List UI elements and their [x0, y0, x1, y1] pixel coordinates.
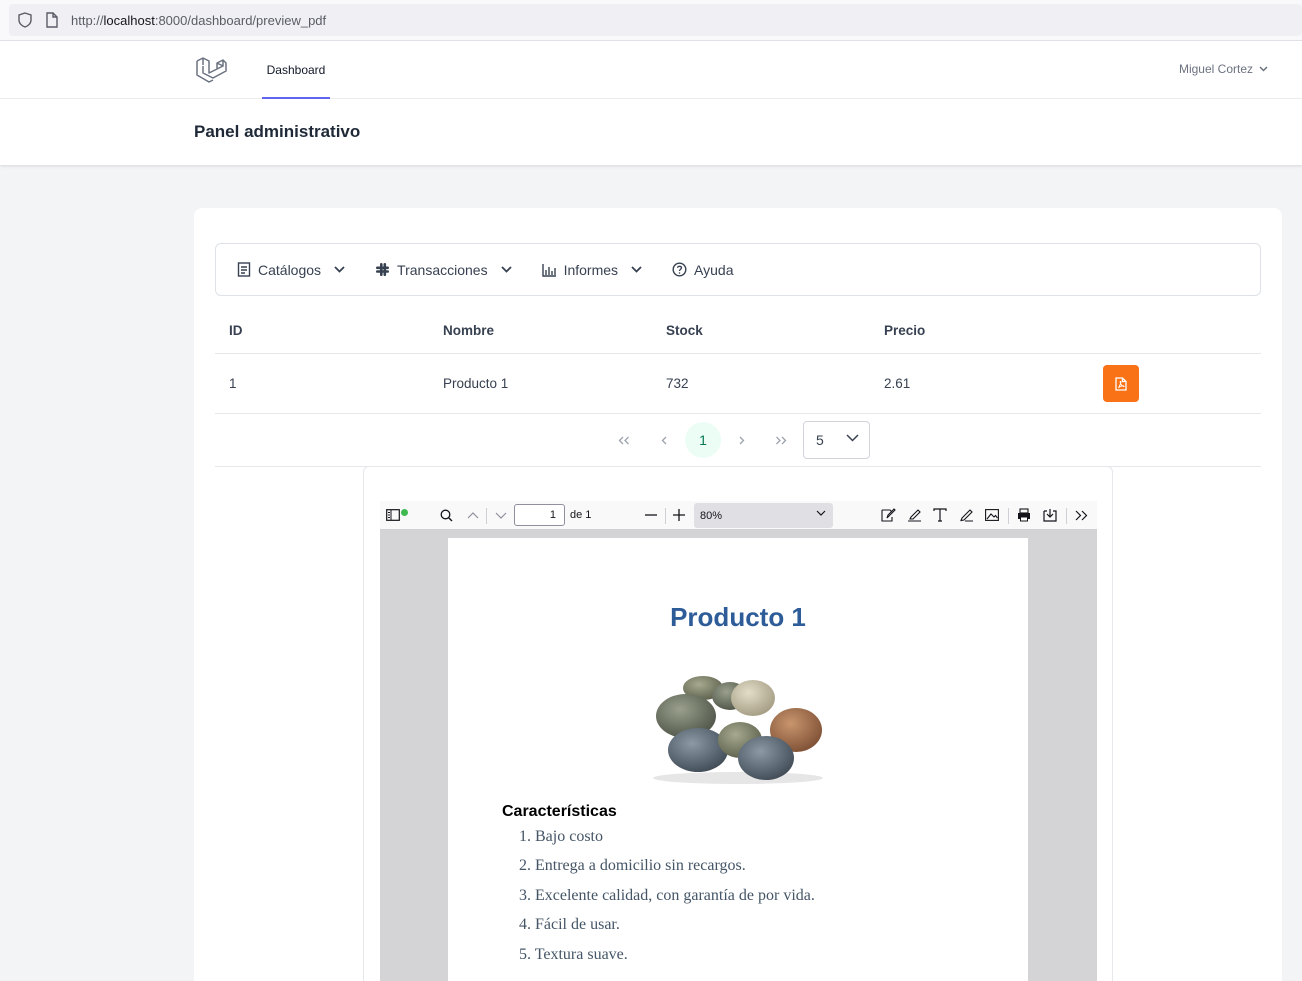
chevron-down-icon	[846, 434, 859, 442]
table-row: 1 Producto 1 732 2.61	[215, 354, 1261, 414]
chevron-right-icon	[739, 436, 745, 444]
highlight-icon[interactable]	[906, 507, 922, 523]
draw-icon[interactable]	[958, 507, 974, 523]
menubar: Catálogos Transacciones Informes Ayuda	[215, 243, 1261, 296]
print-icon[interactable]	[1016, 507, 1032, 523]
menu-label: Ayuda	[694, 261, 734, 278]
zoom-out-icon[interactable]	[643, 507, 659, 523]
zoom-value: 80%	[700, 510, 723, 522]
zoom-in-icon[interactable]	[671, 507, 687, 523]
status-dot-icon	[401, 509, 408, 516]
page-icon	[46, 12, 58, 28]
page-button-current[interactable]: 1	[685, 422, 721, 458]
image-icon[interactable]	[984, 507, 1000, 523]
pagination: 1 5	[215, 414, 1261, 467]
last-page-button[interactable]	[763, 422, 799, 458]
prev-page-button[interactable]	[646, 422, 682, 458]
pdf-page: Producto 1 Características 1. Bajo costo…	[448, 538, 1028, 981]
cell-stock: 732	[666, 376, 689, 391]
user-menu[interactable]: Miguel Cortez	[1179, 62, 1268, 76]
menu-label: Informes	[563, 261, 619, 278]
user-name: Miguel Cortez	[1178, 62, 1253, 76]
chevron-down-icon	[816, 510, 826, 516]
next-page-button[interactable]	[724, 422, 760, 458]
menu-label: Transacciones	[397, 261, 488, 278]
pdf-preview-frame: 1 de 1 80% Producto 1 Características 1.…	[363, 466, 1113, 981]
page-count-label: de 1	[570, 509, 592, 521]
document-list-icon	[237, 262, 251, 277]
zoom-select[interactable]: 80%	[694, 503, 833, 528]
toolbar-separator	[1066, 508, 1067, 524]
menu-item-catalogos[interactable]: Catálogos	[237, 262, 345, 278]
column-header-precio[interactable]: Precio	[884, 323, 925, 338]
pdf-title: Producto 1	[670, 602, 806, 632]
url-scheme: http://	[71, 13, 104, 28]
chevron-up-icon[interactable]	[465, 507, 481, 523]
save-icon[interactable]	[1042, 507, 1058, 523]
toolbar-separator	[665, 508, 666, 524]
chevron-down-icon[interactable]	[493, 507, 509, 523]
list-item: 3. Excelente calidad, con garantía de po…	[519, 886, 815, 904]
search-icon[interactable]	[438, 507, 454, 523]
pdf-viewer[interactable]: 1 de 1 80% Producto 1 Características 1.…	[380, 501, 1097, 981]
column-header-id[interactable]: ID	[229, 323, 243, 338]
list-item: 2. Entrega a domicilio sin recargos.	[519, 857, 746, 875]
page-number-input[interactable]: 1	[514, 504, 565, 526]
url-path: :8000/dashboard/preview_pdf	[154, 13, 327, 28]
slack-hash-icon	[376, 263, 390, 276]
column-header-nombre[interactable]: Nombre	[443, 323, 494, 338]
double-chevron-right-icon	[776, 436, 787, 444]
list-item: 1. Bajo costo	[519, 828, 603, 845]
bar-chart-icon	[541, 263, 556, 277]
list-item: 4. Fácil de usar.	[519, 916, 620, 934]
first-page-button[interactable]	[606, 422, 642, 458]
question-circle-icon	[672, 262, 687, 277]
browser-toolbar: http://localhost:8000/dashboard/preview_…	[0, 0, 1302, 41]
laravel-logo-icon[interactable]	[195, 55, 227, 85]
cell-nombre: Producto 1	[443, 376, 509, 391]
chevron-down-icon	[500, 266, 512, 273]
shield-icon[interactable]	[18, 12, 32, 28]
file-pdf-icon	[1115, 376, 1127, 391]
table-header: ID Nombre Stock Precio	[215, 308, 1261, 354]
features-list: 1. Bajo costo 2. Entrega a domicilio sin…	[519, 828, 815, 975]
nav-link-dashboard[interactable]: Dashboard	[262, 41, 330, 99]
menu-item-transacciones[interactable]: Transacciones	[375, 262, 512, 278]
menu-label: Catálogos	[258, 261, 322, 278]
list-item: 5. Textura suave.	[519, 945, 628, 963]
features-heading: Características	[502, 803, 617, 820]
page-title: Panel administrativo	[194, 122, 361, 141]
products-table: ID Nombre Stock Precio 1 Producto 1 732 …	[215, 308, 1261, 414]
more-tools-icon[interactable]	[1073, 507, 1089, 523]
sidebar-toggle-icon[interactable]	[385, 507, 408, 523]
double-chevron-left-icon	[618, 436, 629, 444]
main-card: Catálogos Transacciones Informes Ayuda I…	[194, 208, 1282, 981]
chevron-down-icon	[631, 266, 642, 273]
column-header-stock[interactable]: Stock	[666, 323, 703, 338]
cell-precio: 2.61	[884, 376, 911, 391]
text-tool-icon[interactable]	[932, 507, 948, 523]
pdf-viewer-toolbar: 1 de 1 80%	[380, 501, 1097, 530]
url-text[interactable]: http://localhost:8000/dashboard/preview_…	[71, 13, 326, 28]
product-image	[653, 676, 823, 784]
address-bar[interactable]: http://localhost:8000/dashboard/preview_…	[9, 4, 1302, 36]
url-host: localhost	[103, 13, 155, 28]
menu-item-ayuda[interactable]: Ayuda	[672, 261, 734, 278]
page-header: Panel administrativo	[0, 99, 1302, 165]
top-navigation: Dashboard Miguel Cortez	[0, 41, 1302, 99]
edit-pdf-icon[interactable]	[880, 507, 896, 523]
toolbar-separator	[486, 508, 487, 524]
rows-per-page-select[interactable]: 5	[803, 421, 870, 459]
toolbar-separator	[1008, 508, 1009, 524]
pdf-preview-button[interactable]	[1103, 365, 1139, 402]
chevron-down-icon	[1259, 66, 1268, 72]
chevron-left-icon	[661, 436, 667, 444]
chevron-down-icon	[334, 266, 345, 273]
cell-id: 1	[229, 376, 237, 391]
menu-item-informes[interactable]: Informes	[541, 261, 642, 278]
rows-per-page-value: 5	[816, 432, 824, 448]
